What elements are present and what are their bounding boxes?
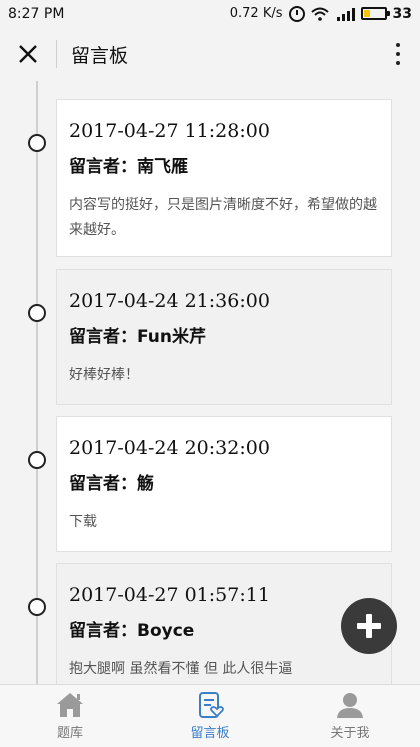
message-card[interactable]: 2017-04-27 11:28:00 留言者：南飞雁 内容写的挺好，只是图片清… bbox=[56, 99, 392, 257]
app-header: 留言板 bbox=[0, 27, 420, 81]
alarm-icon bbox=[288, 5, 305, 22]
more-vertical-icon bbox=[396, 43, 400, 47]
message-author: 留言者：南飞雁 bbox=[69, 157, 188, 177]
timeline-dot-icon bbox=[28, 304, 46, 322]
status-time: 8:27 PM bbox=[8, 5, 65, 22]
message-timeline[interactable]: 2017-04-27 11:28:00 留言者：南飞雁 内容写的挺好，只是图片清… bbox=[0, 81, 420, 684]
message-text: 内容写的挺好，只是图片清晰度不好，希望做的越来越好。 bbox=[69, 197, 377, 238]
battery-fill bbox=[363, 10, 371, 17]
wifi-icon bbox=[310, 7, 329, 21]
timeline-dot-icon bbox=[28, 451, 46, 469]
message-card[interactable]: 2017-04-24 20:32:00 留言者：觞 下载 bbox=[56, 416, 392, 552]
more-options-button[interactable] bbox=[376, 27, 420, 81]
message-date: 2017-04-24 20:32:00 bbox=[69, 437, 270, 459]
timeline-dot-icon bbox=[28, 598, 46, 616]
timeline-line bbox=[36, 81, 38, 684]
page-title: 留言板 bbox=[71, 44, 129, 67]
bottom-nav: 题库 留言板 关于我 bbox=[0, 684, 420, 747]
nav-label: 留言板 bbox=[190, 726, 230, 741]
nav-item-question-bank[interactable]: 题库 bbox=[0, 685, 140, 747]
message-text: 抱大腿啊 虽然看不懂 但 此人很牛逼 bbox=[69, 661, 293, 677]
message-board-icon bbox=[199, 692, 224, 718]
message-author: 留言者：Fun米芹 bbox=[69, 327, 206, 347]
nav-label: 题库 bbox=[56, 726, 83, 741]
status-icons: 0.72 K/s 33 bbox=[229, 5, 412, 22]
message-author: 留言者：Boyce bbox=[69, 621, 195, 641]
message-date: 2017-04-27 11:28:00 bbox=[69, 120, 270, 142]
plus-icon bbox=[357, 614, 381, 638]
home-icon bbox=[57, 693, 83, 717]
add-message-button[interactable] bbox=[341, 598, 397, 654]
nav-label: 关于我 bbox=[330, 726, 370, 741]
screen: 8:27 PM 0.72 K/s 33 留言板 2017-04-27 11:28… bbox=[0, 0, 420, 747]
battery-icon bbox=[360, 7, 390, 20]
message-date: 2017-04-24 21:36:00 bbox=[69, 290, 270, 312]
nav-item-message-board[interactable]: 留言板 bbox=[140, 685, 280, 747]
timeline-dot-icon bbox=[28, 134, 46, 152]
message-text: 好棒好棒！ bbox=[69, 367, 139, 383]
user-icon bbox=[337, 693, 363, 718]
status-bar: 8:27 PM 0.72 K/s 33 bbox=[0, 0, 420, 27]
close-icon bbox=[19, 45, 37, 63]
message-date: 2017-04-27 01:57:11 bbox=[69, 584, 270, 606]
signal-icon bbox=[336, 7, 355, 21]
close-button[interactable] bbox=[0, 27, 56, 81]
battery-level: 33 bbox=[392, 5, 412, 22]
nav-item-about-me[interactable]: 关于我 bbox=[280, 685, 420, 747]
header-divider bbox=[56, 40, 57, 68]
message-card[interactable]: 2017-04-24 21:36:00 留言者：Fun米芹 好棒好棒！ bbox=[56, 269, 392, 405]
message-author: 留言者：觞 bbox=[69, 474, 154, 494]
network-speed: 0.72 K/s bbox=[229, 6, 283, 21]
more-dot bbox=[396, 61, 400, 65]
message-text: 下载 bbox=[69, 514, 97, 530]
more-dot bbox=[396, 52, 400, 56]
